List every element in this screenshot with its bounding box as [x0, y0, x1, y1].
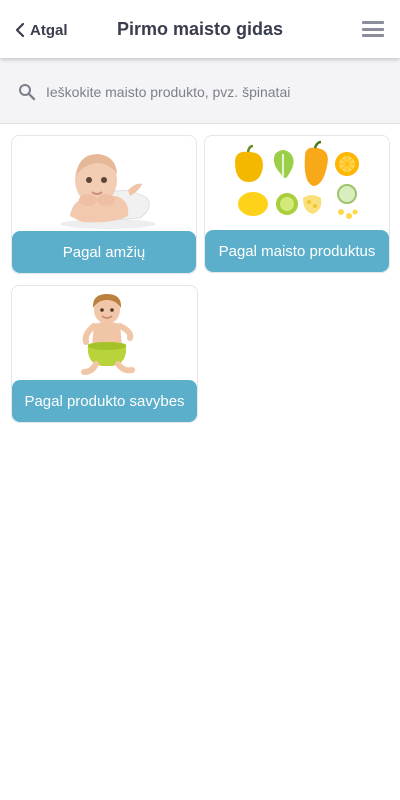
category-card-foods[interactable]: Pagal maisto produktus	[204, 135, 390, 273]
baby-lying-image	[60, 154, 156, 229]
properties-category-button[interactable]: Pagal produkto savybes	[12, 380, 197, 422]
category-card-age[interactable]: Pagal amžių	[11, 135, 197, 274]
age-category-button[interactable]: Pagal amžių	[12, 231, 196, 273]
foods-category-button[interactable]: Pagal maisto produktus	[205, 230, 389, 272]
search-bar	[0, 58, 400, 124]
category-card-properties[interactable]: Pagal produkto savybes	[11, 285, 198, 423]
page-title: Pirmo maisto gidas	[116, 19, 284, 39]
top-bar: Atgal Pirmo maisto gidas	[0, 0, 400, 58]
toddler-on-potty-image	[81, 294, 135, 375]
search-input[interactable]	[46, 80, 376, 104]
yellow-vegetables-image	[235, 140, 359, 219]
hamburger-menu-icon[interactable]	[362, 21, 384, 37]
search-icon	[19, 84, 36, 101]
